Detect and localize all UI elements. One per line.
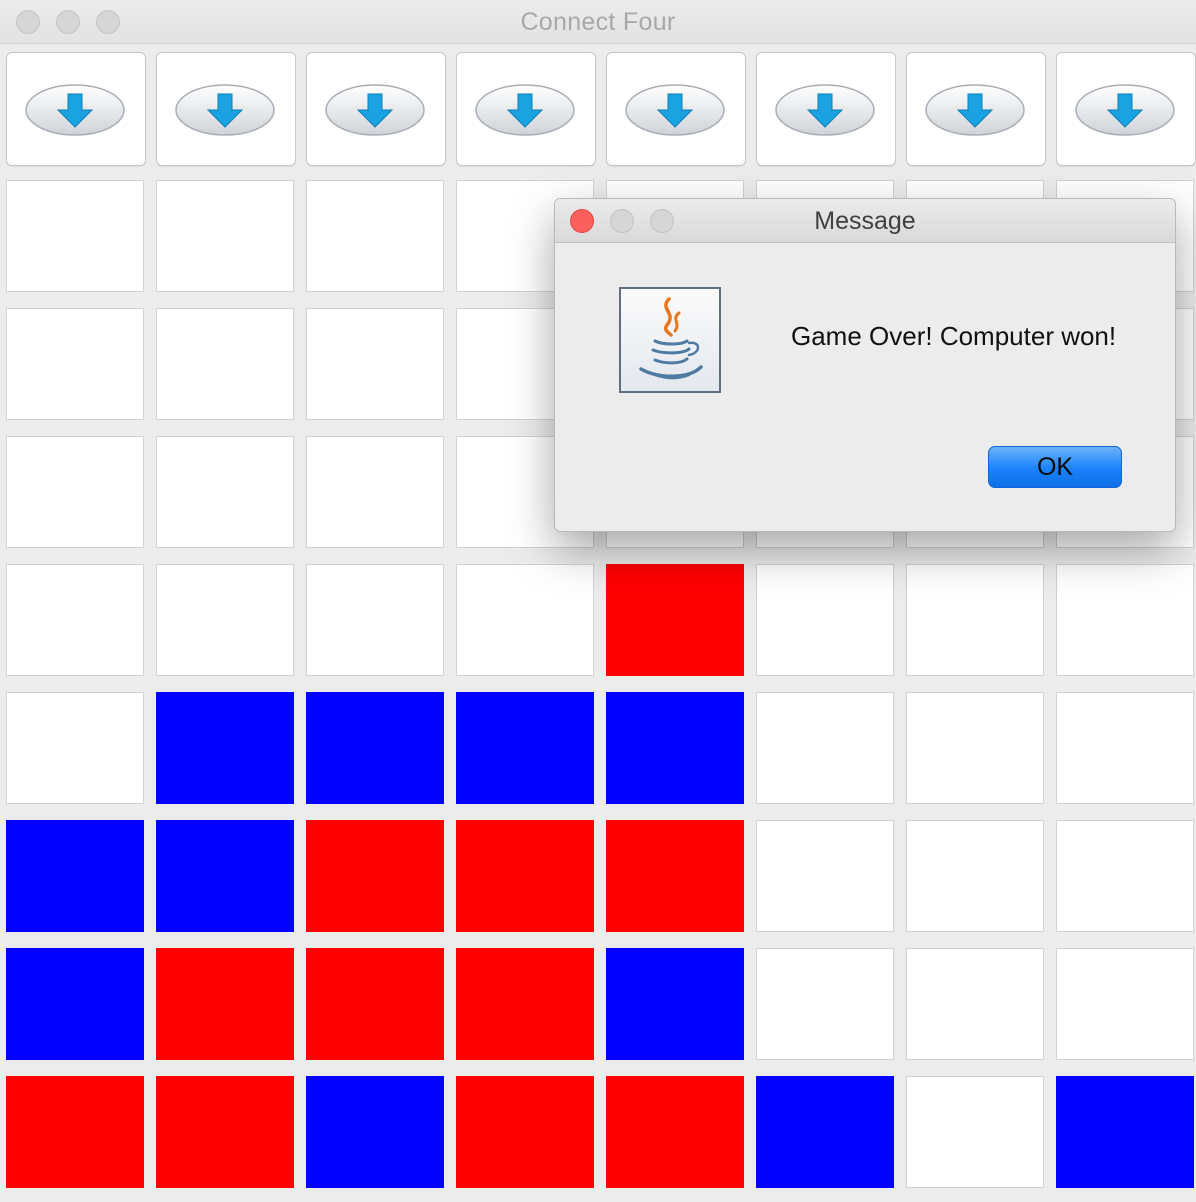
- board-cell-r5-c1: [6, 692, 144, 804]
- ok-button[interactable]: OK: [988, 446, 1122, 488]
- board-cell-r7-c8: [1056, 948, 1194, 1060]
- down-arrow-icon: [1075, 83, 1175, 137]
- drop-button-col-4[interactable]: [456, 52, 596, 166]
- board-cell-r5-c3: [306, 692, 444, 804]
- board-cell-r8-c7: [906, 1076, 1044, 1188]
- drop-button-col-5[interactable]: [606, 52, 746, 166]
- down-arrow-icon: [475, 83, 575, 137]
- board-cell-r8-c6: [756, 1076, 894, 1188]
- drop-button-col-2[interactable]: [156, 52, 296, 166]
- board-cell-r3-c3: [306, 436, 444, 548]
- board-cell-r5-c8: [1056, 692, 1194, 804]
- board-cell-r4-c3: [306, 564, 444, 676]
- down-arrow-icon: [625, 83, 725, 137]
- board-cell-r5-c4: [456, 692, 594, 804]
- board-cell-r4-c4: [456, 564, 594, 676]
- board-cell-r8-c1: [6, 1076, 144, 1188]
- board-cell-r6-c8: [1056, 820, 1194, 932]
- board-cell-r2-c1: [6, 308, 144, 420]
- java-icon: [619, 287, 721, 393]
- board-cell-r7-c2: [156, 948, 294, 1060]
- board-cell-r5-c6: [756, 692, 894, 804]
- dialog-titlebar: Message: [555, 199, 1175, 243]
- window-titlebar: Connect Four: [0, 0, 1196, 44]
- board-cell-r6-c1: [6, 820, 144, 932]
- board-cell-r4-c1: [6, 564, 144, 676]
- board-cell-r7-c1: [6, 948, 144, 1060]
- down-arrow-icon: [775, 83, 875, 137]
- board-cell-r1-c1: [6, 180, 144, 292]
- board-cell-r6-c3: [306, 820, 444, 932]
- board-cell-r8-c4: [456, 1076, 594, 1188]
- board-cell-r5-c2: [156, 692, 294, 804]
- board-cell-r1-c2: [156, 180, 294, 292]
- board-cell-r3-c2: [156, 436, 294, 548]
- board-cell-r8-c3: [306, 1076, 444, 1188]
- board-cell-r8-c2: [156, 1076, 294, 1188]
- board-cell-r6-c4: [456, 820, 594, 932]
- dialog-message: Game Over! Computer won!: [791, 321, 1117, 351]
- down-arrow-icon: [925, 83, 1025, 137]
- dialog-title: Message: [814, 207, 916, 235]
- board-cell-r4-c7: [906, 564, 1044, 676]
- board-cell-r8-c8: [1056, 1076, 1194, 1188]
- drop-button-col-1[interactable]: [6, 52, 146, 166]
- board-cell-r5-c7: [906, 692, 1044, 804]
- board-cell-r4-c5: [606, 564, 744, 676]
- down-arrow-icon: [25, 83, 125, 137]
- drop-button-col-6[interactable]: [756, 52, 896, 166]
- down-arrow-icon: [175, 83, 275, 137]
- board-cell-r7-c5: [606, 948, 744, 1060]
- down-arrow-icon: [325, 83, 425, 137]
- message-dialog: Message Game Over! Computer won! OK: [554, 198, 1176, 532]
- board-cell-r7-c3: [306, 948, 444, 1060]
- board-cell-r4-c6: [756, 564, 894, 676]
- board-cell-r4-c2: [156, 564, 294, 676]
- board-cell-r7-c7: [906, 948, 1044, 1060]
- board-cell-r3-c1: [6, 436, 144, 548]
- drop-button-col-3[interactable]: [306, 52, 446, 166]
- drop-button-row: [0, 52, 1196, 168]
- board-cell-r2-c2: [156, 308, 294, 420]
- board-cell-r5-c5: [606, 692, 744, 804]
- window-title: Connect Four: [520, 8, 676, 36]
- drop-button-col-8[interactable]: [1056, 52, 1196, 166]
- board-cell-r7-c6: [756, 948, 894, 1060]
- board-cell-r1-c3: [306, 180, 444, 292]
- board-cell-r8-c5: [606, 1076, 744, 1188]
- board-cell-r4-c8: [1056, 564, 1194, 676]
- board-cell-r6-c6: [756, 820, 894, 932]
- board-cell-r2-c3: [306, 308, 444, 420]
- board-cell-r6-c2: [156, 820, 294, 932]
- board-cell-r6-c7: [906, 820, 1044, 932]
- board-cell-r7-c4: [456, 948, 594, 1060]
- board-cell-r6-c5: [606, 820, 744, 932]
- drop-button-col-7[interactable]: [906, 52, 1046, 166]
